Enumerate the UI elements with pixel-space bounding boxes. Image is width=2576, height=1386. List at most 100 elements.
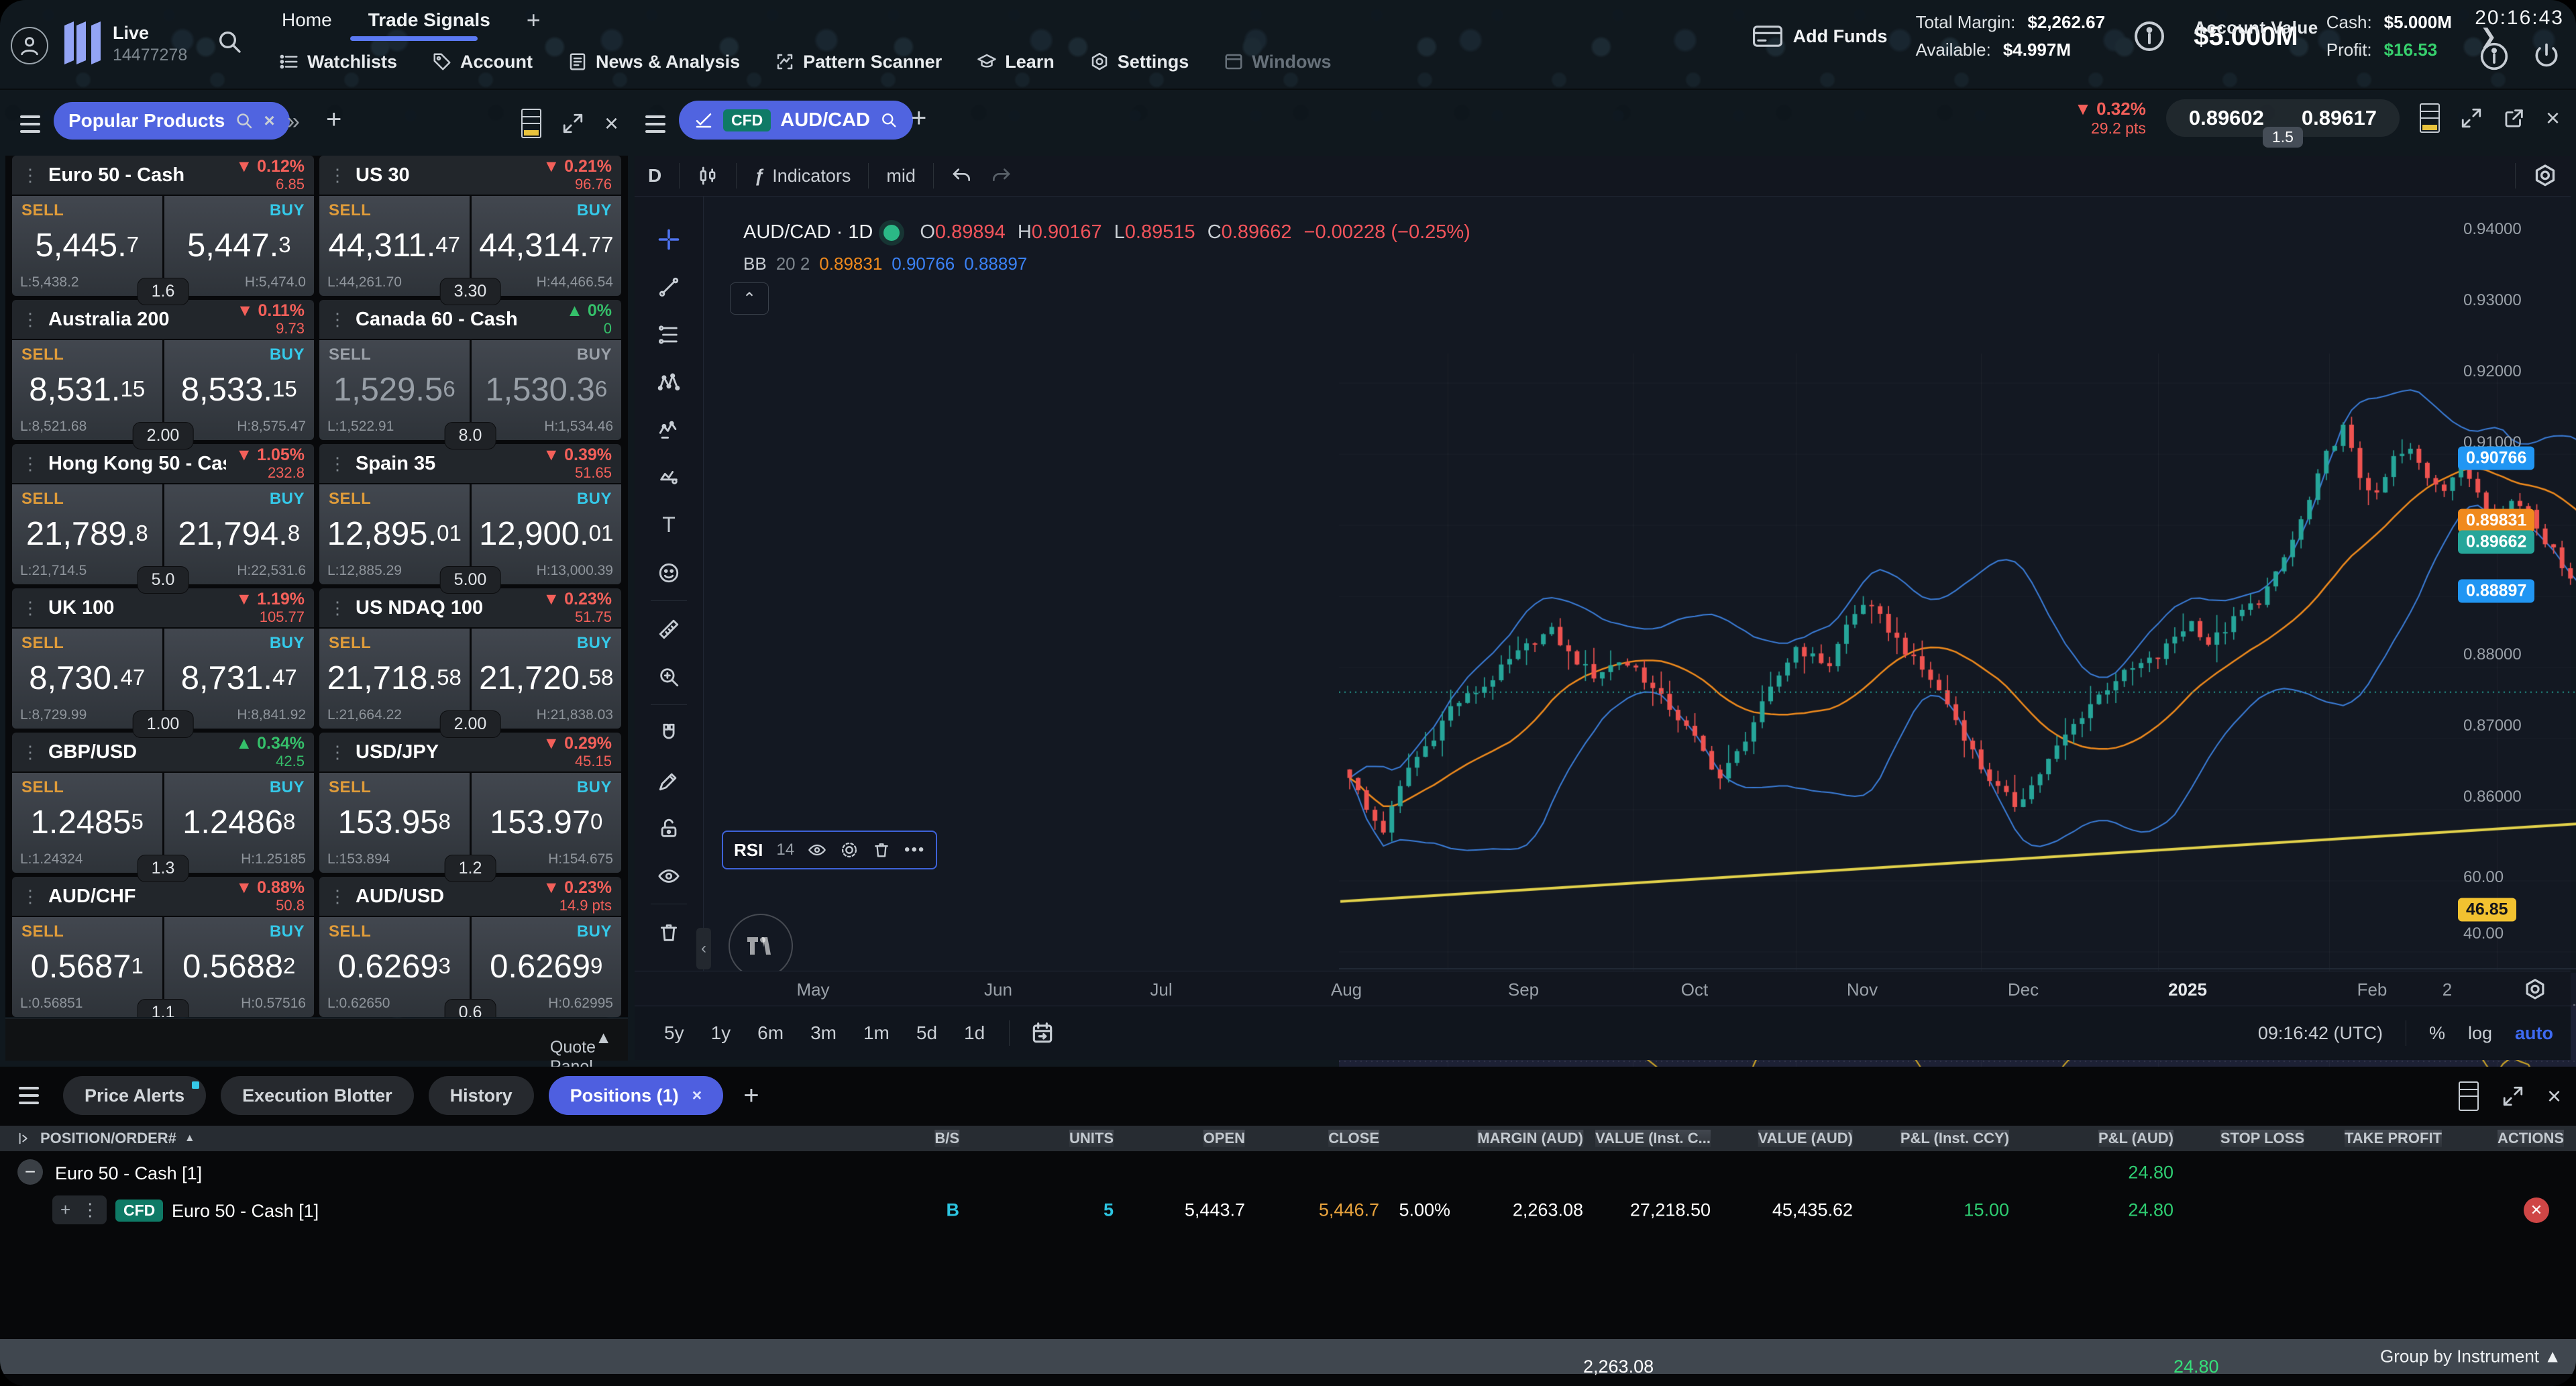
close-position-button[interactable]: ✕ [2524, 1197, 2549, 1223]
info-icon[interactable] [2133, 20, 2165, 52]
nav-news-analysis[interactable]: News & Analysis [568, 52, 740, 72]
chart-symbol-tab[interactable]: CFD AUD/CAD [679, 101, 913, 140]
power-icon[interactable] [2532, 42, 2561, 71]
collapse-legend-button[interactable]: ⌃ [730, 282, 769, 315]
column-header-stop[interactable]: STOP LOSS [2220, 1130, 2304, 1147]
drag-handle-icon[interactable]: ⋮ [329, 309, 346, 330]
undo-icon[interactable] [951, 165, 973, 186]
go-to-date-icon[interactable] [1030, 1020, 1055, 1046]
collapse-group-icon[interactable]: − [17, 1159, 43, 1185]
percent-scale-button[interactable]: % [2429, 1023, 2445, 1044]
timeframe-5y[interactable]: 5y [664, 1022, 684, 1044]
drag-handle-icon[interactable]: ⋮ [21, 598, 39, 619]
watchlist-tab[interactable]: Popular Products × [54, 102, 290, 140]
position-row[interactable]: + ⋮ CFD Euro 50 - Cash [1] B55,443.75,44… [0, 1191, 2576, 1229]
panel-layout-icon[interactable] [2420, 103, 2440, 133]
quote-panel-grid-footer[interactable]: Quote Panel Grid ▲ [5, 1018, 628, 1061]
expand-icon[interactable] [2502, 1085, 2524, 1108]
drag-handle-icon[interactable]: ⋮ [21, 454, 39, 474]
close-tab-icon[interactable]: × [692, 1086, 702, 1106]
nav-learn[interactable]: Learn [977, 52, 1055, 72]
nav-watchlists[interactable]: Watchlists [279, 52, 397, 72]
timeframe-6m[interactable]: 6m [757, 1022, 784, 1044]
panel-layout-icon[interactable] [2459, 1081, 2479, 1111]
position-group-row[interactable]: − Euro 50 - Cash [1] 24.80 [0, 1154, 2576, 1191]
timeframe-button[interactable]: D [648, 165, 661, 186]
column-header-bs[interactable]: B/S [934, 1130, 959, 1147]
magnet-tool[interactable] [645, 709, 692, 757]
bottom-menu-icon[interactable] [19, 1087, 39, 1104]
mid-price-button[interactable]: mid [886, 166, 916, 186]
column-header-margin[interactable]: MARGIN (AUD) [1477, 1130, 1583, 1147]
time-axis[interactable]: MayJunJulAugSepOctNovDec2025Feb2 [635, 971, 2571, 1006]
close-panel-icon[interactable]: × [2546, 106, 2560, 130]
column-header-vinst[interactable]: VALUE (Inst. C... [1595, 1130, 1711, 1147]
drag-handle-icon[interactable]: ⋮ [329, 886, 346, 907]
gear-icon[interactable] [840, 841, 859, 859]
timeframe-5d[interactable]: 5d [916, 1022, 937, 1044]
search-icon[interactable] [216, 28, 243, 58]
add-tab-button[interactable]: + [527, 13, 541, 27]
column-header-plinst[interactable]: P&L (Inst. CCY) [1900, 1130, 2009, 1147]
zoom-in-tool[interactable] [645, 653, 692, 700]
xabcd-pattern-tool[interactable] [645, 358, 692, 406]
group-by-control[interactable]: Group by Instrument ▲ [2380, 1346, 2561, 1367]
add-chart-tab-button[interactable]: + [911, 103, 926, 134]
trash-icon[interactable] [872, 841, 891, 859]
chart-menu-icon[interactable] [645, 115, 665, 133]
nav-account[interactable]: Account [432, 52, 533, 72]
timeframe-1d[interactable]: 1d [964, 1022, 985, 1044]
more-tabs-icon[interactable]: » [287, 109, 300, 135]
add-funds-button[interactable]: Add Funds [1753, 25, 1888, 48]
elliott-wave-tool[interactable] [645, 406, 692, 454]
add-order-icon[interactable]: + [60, 1200, 70, 1220]
lock-drawings-tool[interactable] [645, 804, 692, 852]
tab-trade-signals[interactable]: Trade Signals [368, 9, 490, 31]
tab-home[interactable]: Home [282, 9, 332, 31]
emoji-tool[interactable] [645, 549, 692, 596]
nav-settings[interactable]: Settings [1089, 52, 1189, 72]
watchlist-menu-icon[interactable] [20, 115, 40, 133]
position-tool[interactable] [645, 454, 692, 501]
rsi-indicator-label[interactable]: RSI14 ••• [722, 831, 937, 869]
drag-handle-icon[interactable]: ⋮ [329, 742, 346, 763]
measure-tool[interactable] [645, 605, 692, 653]
row-menu-icon[interactable]: ⋮ [81, 1200, 99, 1220]
trendline-tool[interactable] [645, 263, 692, 311]
more-options-icon[interactable]: ••• [904, 841, 925, 859]
drag-handle-icon[interactable]: ⋮ [329, 598, 346, 619]
panel-layout-icon[interactable] [521, 109, 541, 138]
auto-scale-button[interactable]: auto [2515, 1023, 2553, 1044]
column-header-open[interactable]: OPEN [1203, 1130, 1245, 1147]
drag-handle-icon[interactable]: ⋮ [21, 742, 39, 763]
close-icon[interactable]: × [264, 111, 274, 130]
drag-handle-icon[interactable]: ⋮ [329, 454, 346, 474]
expand-icon[interactable] [2460, 107, 2483, 129]
expand-icon[interactable] [561, 112, 584, 135]
close-panel-icon[interactable]: × [604, 111, 619, 136]
text-tool[interactable]: T [645, 501, 692, 549]
timeframe-1m[interactable]: 1m [863, 1022, 890, 1044]
column-header-close[interactable]: CLOSE [1328, 1130, 1379, 1147]
bottom-tab-execution-blotter[interactable]: Execution Blotter [221, 1076, 414, 1115]
log-scale-button[interactable]: log [2468, 1023, 2492, 1044]
timeframe-1y[interactable]: 1y [711, 1022, 731, 1044]
search-icon[interactable] [234, 111, 254, 131]
fib-retracement-tool[interactable] [645, 311, 692, 358]
column-header-units[interactable]: UNITS [1069, 1130, 1114, 1147]
column-header-act[interactable]: ACTIONS [2498, 1130, 2564, 1147]
column-header-vaud[interactable]: VALUE (AUD) [1758, 1130, 1853, 1147]
bottom-tab-history[interactable]: History [429, 1076, 534, 1115]
hide-drawings-tool[interactable] [645, 852, 692, 900]
bottom-tab-price-alerts[interactable]: Price Alerts [63, 1076, 206, 1115]
collapse-toolbar-handle[interactable]: ‹ [696, 928, 711, 969]
column-header-plaud[interactable]: P&L (AUD) [2098, 1130, 2174, 1147]
drag-handle-icon[interactable]: ⋮ [21, 165, 39, 186]
chart-settings-icon[interactable] [2532, 162, 2559, 189]
drawing-mode-tool[interactable] [645, 757, 692, 804]
indicators-button[interactable]: ƒIndicators [754, 166, 851, 186]
bottom-tab-positions-1-[interactable]: Positions (1)× [549, 1076, 724, 1115]
drag-handle-icon[interactable]: ⋮ [329, 165, 346, 186]
drag-handle-icon[interactable]: ⋮ [21, 309, 39, 330]
search-icon[interactable] [879, 111, 898, 129]
